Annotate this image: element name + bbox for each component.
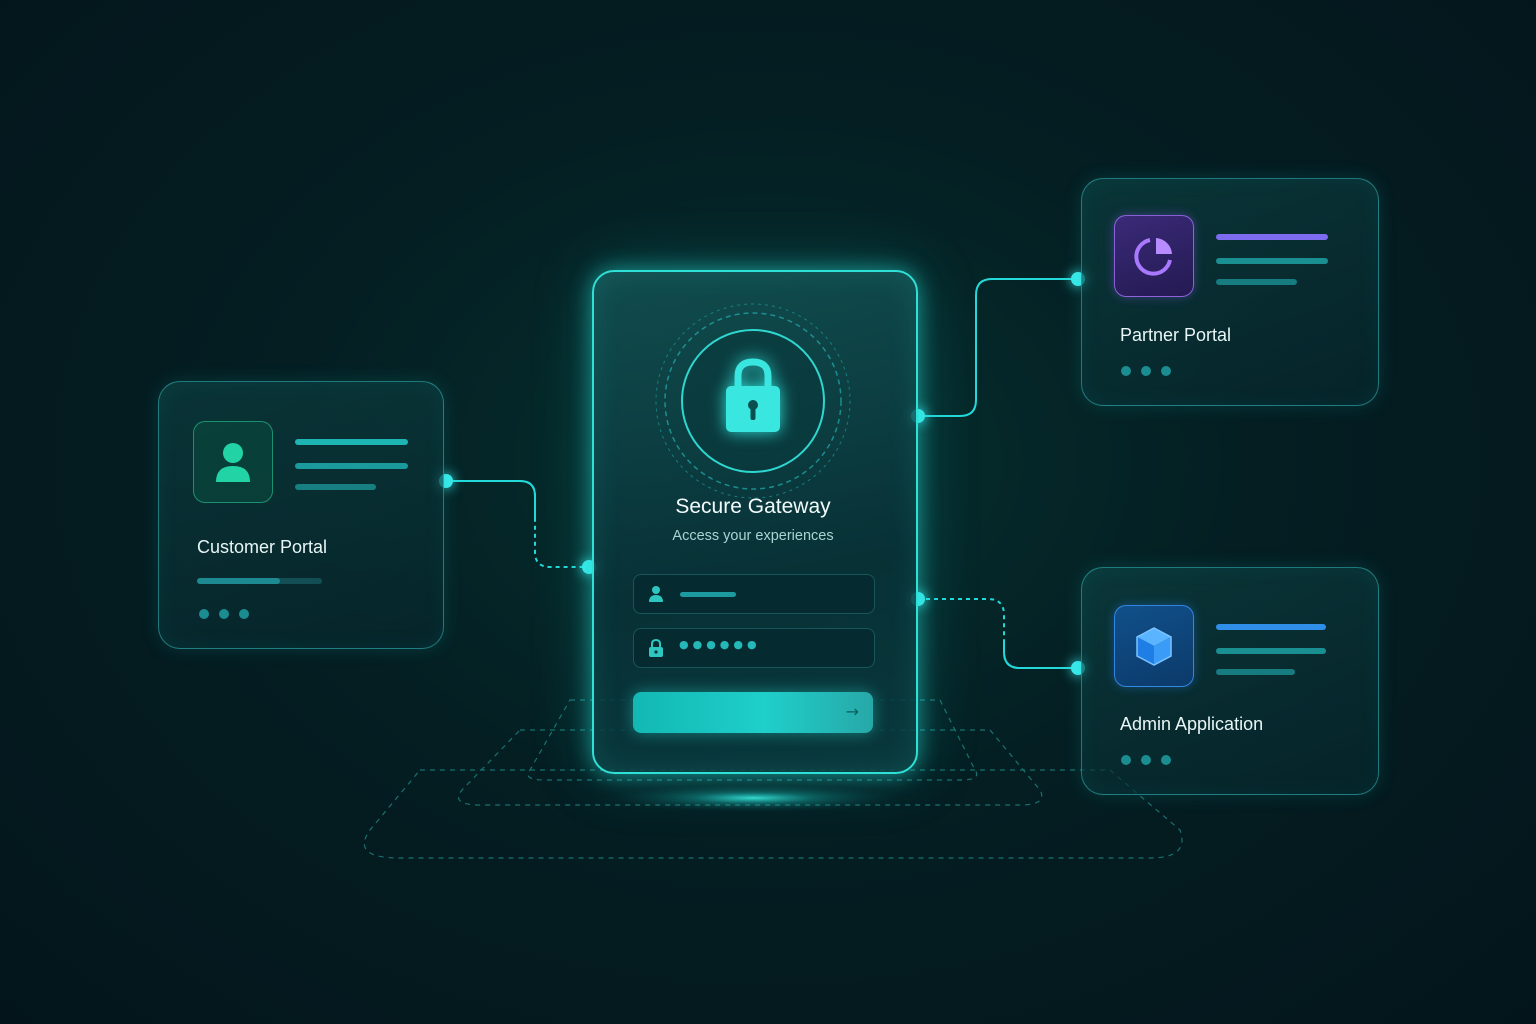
- dot: [199, 609, 209, 619]
- progress-fill: [197, 578, 280, 584]
- cube-icon: [1136, 627, 1172, 666]
- username-placeholder-line: [680, 592, 736, 597]
- connector-customer: [446, 480, 589, 568]
- lock-icon: [649, 639, 663, 657]
- gateway-title: Secure Gateway: [675, 495, 831, 518]
- dot: [1161, 755, 1171, 765]
- card-title: Customer Portal: [197, 537, 328, 557]
- dot: [219, 609, 229, 619]
- user-icon-box: [193, 421, 273, 503]
- submit-button[interactable]: →: [633, 692, 873, 733]
- gateway-subtitle: Access your experiences: [672, 528, 834, 544]
- lock-emblem: [655, 303, 851, 499]
- username-field[interactable]: [633, 574, 875, 614]
- text-placeholder-line: [1216, 234, 1328, 240]
- user-icon: [649, 586, 663, 602]
- card-title: Admin Application: [1120, 714, 1264, 734]
- cube-icon-box: [1114, 605, 1194, 687]
- pagination-dots: [199, 609, 249, 619]
- admin-application-card[interactable]: Admin Application: [1081, 567, 1379, 795]
- dot: [1121, 755, 1131, 765]
- text-placeholder-line: [295, 484, 376, 490]
- pie-chart-icon: [1134, 238, 1172, 276]
- pagination-dots: [1121, 755, 1171, 765]
- text-placeholder-line: [295, 439, 408, 445]
- connector-admin: [918, 598, 1078, 669]
- platform-glow: [603, 784, 903, 812]
- dot: [1141, 366, 1151, 376]
- dot: [1141, 755, 1151, 765]
- text-placeholder-line: [1216, 279, 1297, 285]
- progress-track: [197, 578, 322, 584]
- password-field[interactable]: ●●●●●●: [633, 628, 875, 668]
- user-icon: [216, 443, 250, 482]
- dot: [1121, 366, 1131, 376]
- password-mask: ●●●●●●: [679, 638, 761, 651]
- text-placeholder-line: [1216, 648, 1326, 654]
- text-placeholder-line: [1216, 624, 1326, 630]
- pagination-dots: [1121, 366, 1171, 376]
- text-placeholder-line: [295, 463, 408, 469]
- text-placeholder-line: [1216, 258, 1328, 264]
- pie-chart-icon-box: [1114, 215, 1194, 297]
- dot: [239, 609, 249, 619]
- arrow-right-icon: →: [845, 702, 859, 721]
- connector-partner: [918, 278, 1078, 417]
- text-placeholder-line: [1216, 669, 1295, 675]
- card-title: Partner Portal: [1120, 325, 1232, 345]
- dot: [1161, 366, 1171, 376]
- partner-portal-card[interactable]: Partner Portal: [1081, 178, 1379, 406]
- customer-portal-card[interactable]: Customer Portal: [158, 381, 444, 649]
